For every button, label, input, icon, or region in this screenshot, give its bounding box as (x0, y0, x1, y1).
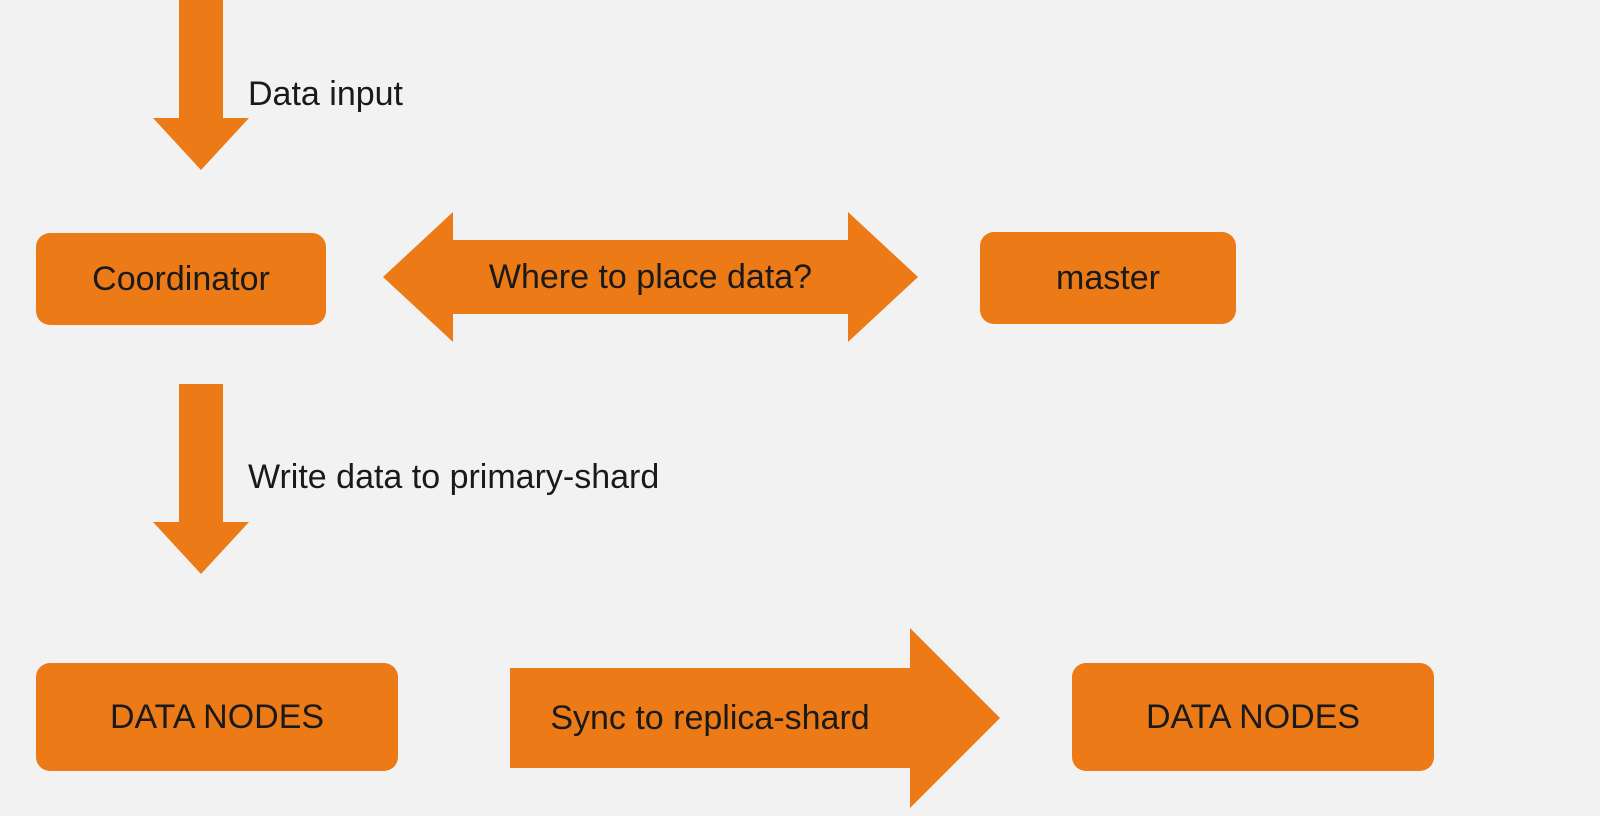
node-data-nodes-left-label: DATA NODES (110, 698, 324, 737)
node-master-label: master (1056, 259, 1160, 298)
arrow-shaft (179, 384, 223, 522)
arrow-sync-replica-label: Sync to replica-shard (550, 699, 869, 738)
arrow-head-left-icon (383, 212, 453, 342)
arrow-write-primary (153, 384, 249, 574)
arrow-shaft: Sync to replica-shard (510, 668, 910, 768)
node-data-nodes-right-label: DATA NODES (1146, 698, 1360, 737)
label-write-primary: Write data to primary-shard (248, 458, 659, 497)
node-coordinator: Coordinator (36, 233, 326, 325)
arrow-where-to-place: Where to place data? (383, 212, 918, 342)
label-data-input: Data input (248, 75, 403, 114)
node-data-nodes-right: DATA NODES (1072, 663, 1434, 771)
arrow-shaft: Where to place data? (453, 240, 848, 314)
arrow-data-input (153, 0, 249, 170)
node-coordinator-label: Coordinator (92, 260, 270, 299)
arrow-head-down-icon (153, 118, 249, 170)
arrow-where-to-place-label: Where to place data? (489, 258, 812, 297)
node-master: master (980, 232, 1236, 324)
node-data-nodes-left: DATA NODES (36, 663, 398, 771)
arrow-sync-replica: Sync to replica-shard (510, 628, 1000, 808)
arrow-head-right-icon (910, 628, 1000, 808)
arrow-head-right-icon (848, 212, 918, 342)
arrow-head-down-icon (153, 522, 249, 574)
arrow-shaft (179, 0, 223, 118)
